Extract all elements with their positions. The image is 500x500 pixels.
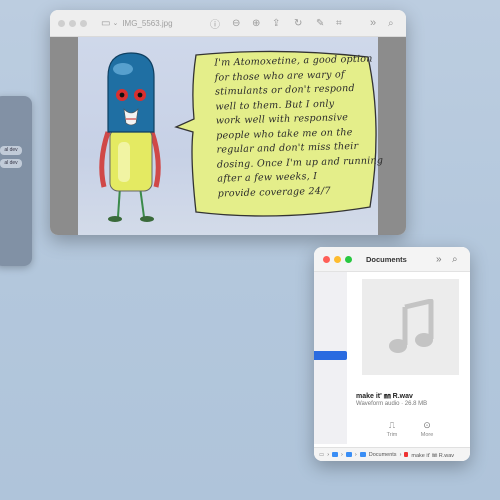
folder-icon: [345, 452, 352, 457]
path-item-file[interactable]: make it' ㎜ R.wav: [411, 451, 454, 459]
minimize-button[interactable]: [69, 19, 76, 27]
path-separator-icon: ›: [341, 451, 343, 458]
side-chip[interactable]: al dev: [0, 159, 22, 168]
close-button[interactable]: [58, 19, 65, 27]
speech-bubble-text: I'm Atomoxetine, a good option for those…: [214, 51, 406, 201]
share-icon[interactable]: ⇪: [272, 18, 280, 29]
disk-icon: ▭: [319, 451, 325, 458]
audio-file-icon: [404, 452, 409, 457]
info-icon[interactable]: ⓘ: [210, 16, 220, 31]
side-panel: al dev al dev: [0, 96, 32, 266]
more-chevron-icon[interactable]: »: [370, 17, 376, 29]
preview-titlebar: ▭ ⌄ IMG_5563.jpg ⓘ ⊖ ⊕ ⇪ ↻ ✎ ⌗ » ⌕: [50, 10, 406, 37]
documents-titlebar: Documents » ⌕: [314, 247, 470, 272]
chevron-down-icon[interactable]: ⌄: [112, 19, 118, 27]
zoom-button[interactable]: [345, 255, 352, 263]
trim-icon: ⎍: [388, 420, 396, 430]
more-button[interactable]: ⊙ More: [412, 420, 442, 438]
path-separator-icon: ›: [327, 451, 330, 458]
path-separator-icon: ›: [399, 451, 402, 458]
path-item-documents[interactable]: Documents: [369, 452, 397, 458]
search-icon[interactable]: ⌕: [452, 254, 458, 265]
file-name: make it' ㎜ R.wav: [356, 393, 413, 400]
trim-label: Trim: [386, 432, 398, 438]
minimize-button[interactable]: [334, 255, 341, 263]
close-button[interactable]: [323, 255, 330, 263]
zoom-out-icon[interactable]: ⊖: [232, 18, 240, 29]
image-margin-left: [50, 37, 78, 235]
markup-icon[interactable]: ✎: [316, 18, 324, 29]
sidebar-toggle-icon[interactable]: ▭: [101, 18, 110, 29]
more-chevron-icon[interactable]: »: [436, 254, 442, 265]
folder-icon: [332, 452, 339, 457]
trim-button[interactable]: ⎍ Trim: [377, 420, 407, 438]
path-bar: ▭ › › › Documents › make it' ㎜ R.wav: [314, 447, 470, 461]
file-preview-thumbnail: [362, 279, 459, 375]
crop-icon[interactable]: ⌗: [336, 18, 342, 29]
finder-sidebar: [314, 272, 347, 444]
documents-window: Documents » ⌕ make it' ㎜ R.wav Waveform …: [314, 247, 470, 461]
rotate-icon[interactable]: ↻: [294, 18, 302, 29]
window-title: Documents: [366, 254, 407, 264]
music-note-icon: [388, 299, 433, 353]
window-title: IMG_5563.jpg: [122, 18, 173, 28]
side-chip[interactable]: al dev: [0, 146, 22, 155]
file-meta: Waveform audio · 26.8 MB: [356, 401, 428, 407]
zoom-in-icon[interactable]: ⊕: [252, 18, 260, 29]
documents-folder-icon: [359, 452, 366, 457]
path-separator-icon: ›: [354, 451, 357, 458]
sidebar-item-selected[interactable]: [314, 351, 347, 360]
more-label: More: [420, 432, 434, 438]
preview-window: ▭ ⌄ IMG_5563.jpg ⓘ ⊖ ⊕ ⇪ ↻ ✎ ⌗ » ⌕ I'm A…: [50, 10, 406, 235]
window-controls: [58, 19, 87, 27]
search-icon[interactable]: ⌕: [388, 18, 394, 29]
zoom-button[interactable]: [80, 19, 87, 27]
window-controls: [323, 255, 352, 263]
more-icon: ⊙: [423, 420, 431, 430]
